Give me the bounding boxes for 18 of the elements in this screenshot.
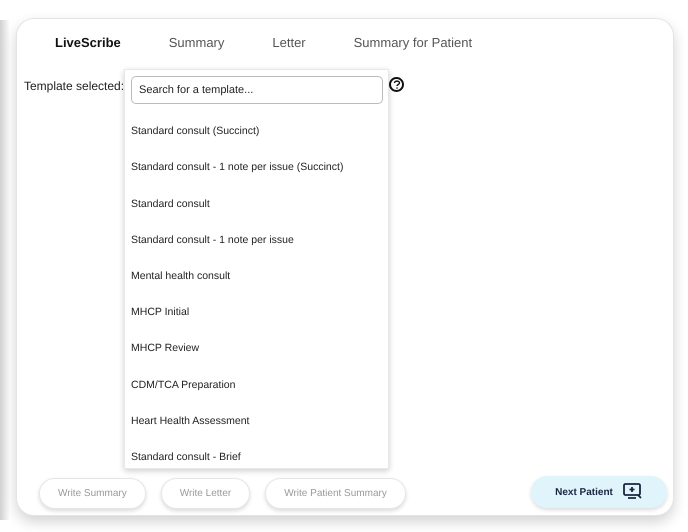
template-option[interactable]: Mental health consult (125, 258, 388, 295)
template-option[interactable]: CDM/TCA Preparation (125, 367, 388, 404)
tab[interactable]: LiveScribe (41, 31, 135, 54)
monitor-plus-icon (622, 483, 643, 501)
template-option[interactable]: Standard consult - Brief (125, 440, 388, 476)
tab[interactable]: Letter (258, 31, 320, 54)
template-option[interactable]: Standard consult (125, 186, 388, 223)
template-option[interactable]: MHCP Review (125, 331, 388, 368)
tab[interactable]: Summary (154, 31, 238, 54)
template-option[interactable]: Standard consult (Succinct) (125, 114, 388, 150)
template-option[interactable]: MHCP Initial (125, 294, 388, 332)
template-option[interactable]: Standard consult - 1 note per issue (125, 222, 388, 259)
next-patient-button[interactable]: Next Patient (531, 476, 667, 508)
tab[interactable]: Summary for Patient (340, 31, 486, 54)
search-field[interactable]: Search for a template... (131, 76, 383, 104)
template-label: Template selected: (24, 78, 124, 95)
template-option[interactable]: Standard consult - 1 note per issue (Succinct) (125, 150, 388, 186)
template-option[interactable]: Heart Health Assessment (125, 404, 388, 440)
